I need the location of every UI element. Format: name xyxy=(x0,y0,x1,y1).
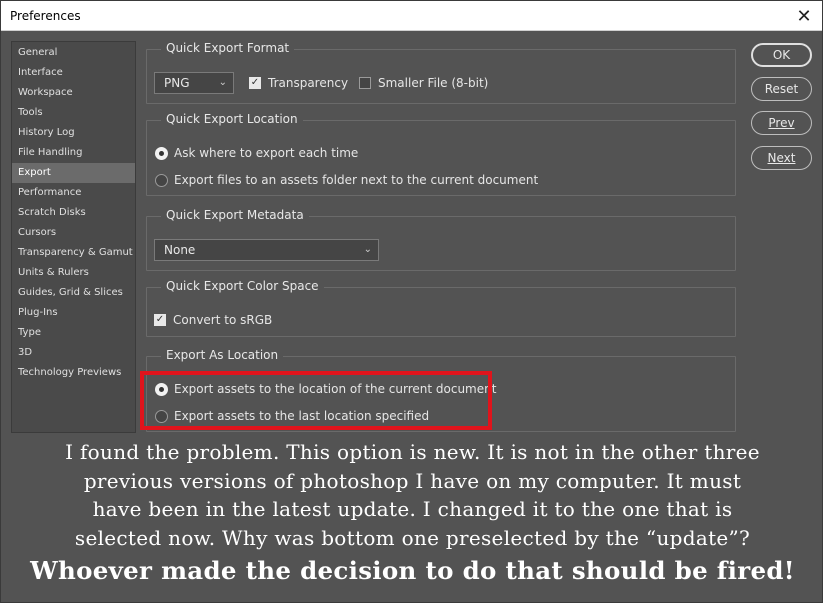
group-title: Quick Export Location xyxy=(161,112,303,126)
sidebar-item-export[interactable]: Export xyxy=(12,163,135,183)
sidebar-item-technology-previews[interactable]: Technology Previews xyxy=(12,363,135,383)
preferences-sidebar: General Interface Workspace Tools History Lo… xyxy=(11,41,136,433)
smaller-file-checkbox[interactable]: Smaller File (8-bit) xyxy=(359,76,488,90)
caption-line: previous versions of photoshop I have on… xyxy=(83,468,742,493)
title-bar: Preferences ✕ xyxy=(1,1,822,31)
window-title: Preferences xyxy=(10,9,81,23)
sidebar-item-3d[interactable]: 3D xyxy=(12,343,135,363)
overlay-caption: I found the problem. This option is new.… xyxy=(9,438,816,587)
transparency-label: Transparency xyxy=(268,76,349,90)
ok-button-label: OK xyxy=(772,48,791,62)
sidebar-item-scratch-disks[interactable]: Scratch Disks xyxy=(12,203,135,223)
group-title: Quick Export Metadata xyxy=(161,208,309,222)
caption-line: selected now. Why was bottom one presele… xyxy=(74,525,751,550)
checkbox-checked-icon: ✓ xyxy=(249,77,261,89)
convert-srgb-checkbox[interactable]: ✓ Convert to sRGB xyxy=(154,313,272,327)
sidebar-item-workspace[interactable]: Workspace xyxy=(12,83,135,103)
metadata-select[interactable]: None ⌄ xyxy=(154,239,379,261)
ok-button[interactable]: OK xyxy=(751,43,812,67)
sidebar-item-general[interactable]: General xyxy=(12,43,135,63)
sidebar-item-cursors[interactable]: Cursors xyxy=(12,223,135,243)
radio-assets-folder-label: Export files to an assets folder next to… xyxy=(174,173,539,187)
sidebar-item-type[interactable]: Type xyxy=(12,323,135,343)
next-button[interactable]: Next xyxy=(751,146,812,170)
transparency-checkbox[interactable]: ✓ Transparency xyxy=(249,76,348,90)
radio-ask-where[interactable]: Ask where to export each time xyxy=(155,146,358,160)
prev-button[interactable]: Prev xyxy=(751,111,812,135)
checkbox-unchecked-icon xyxy=(359,77,371,89)
radio-assets-folder[interactable]: Export files to an assets folder next to… xyxy=(155,173,538,187)
sidebar-item-file-handling[interactable]: File Handling xyxy=(12,143,135,163)
group-title: Export As Location xyxy=(161,348,284,362)
sidebar-item-history-log[interactable]: History Log xyxy=(12,123,135,143)
group-title: Quick Export Color Space xyxy=(161,279,324,293)
caption-line-emphasis: Whoever made the decision to do that sho… xyxy=(30,556,795,585)
sidebar-list: General Interface Workspace Tools History Lo… xyxy=(12,43,135,383)
sidebar-item-guides-grid-slices[interactable]: Guides, Grid & Slices xyxy=(12,283,135,303)
radio-selected-icon xyxy=(155,146,168,160)
reset-button-label: Reset xyxy=(764,82,799,96)
group-title: Quick Export Format xyxy=(161,41,295,55)
checkbox-checked-icon: ✓ xyxy=(154,314,166,326)
preferences-dialog: Preferences ✕ General Interface Workspace T… xyxy=(0,0,823,603)
sidebar-item-transparency-gamut[interactable]: Transparency & Gamut xyxy=(12,243,135,263)
prev-button-label: Prev xyxy=(768,116,795,130)
chevron-down-icon: ⌄ xyxy=(218,77,227,88)
chevron-down-icon: ⌄ xyxy=(363,244,372,255)
sidebar-item-tools[interactable]: Tools xyxy=(12,103,135,123)
red-highlight-box xyxy=(140,371,492,430)
metadata-select-value: None xyxy=(164,243,196,257)
sidebar-item-interface[interactable]: Interface xyxy=(12,63,135,83)
caption-line: have been in the latest update. I change… xyxy=(92,497,733,521)
format-select[interactable]: PNG ⌄ xyxy=(154,72,234,94)
smaller-file-label: Smaller File (8-bit) xyxy=(378,76,489,90)
close-icon[interactable]: ✕ xyxy=(792,4,816,28)
format-select-value: PNG xyxy=(164,76,190,90)
radio-ask-where-label: Ask where to export each time xyxy=(174,146,359,160)
reset-button[interactable]: Reset xyxy=(751,77,812,101)
quick-export-color-space-group: Quick Export Color Space xyxy=(146,279,736,337)
convert-srgb-label: Convert to sRGB xyxy=(173,313,273,327)
radio-unselected-icon xyxy=(155,173,168,187)
sidebar-item-units-rulers[interactable]: Units & Rulers xyxy=(12,263,135,283)
next-button-label: Next xyxy=(767,151,796,165)
caption-line: I found the problem. This option is new.… xyxy=(65,440,760,464)
sidebar-item-plug-ins[interactable]: Plug-Ins xyxy=(12,303,135,323)
sidebar-item-performance[interactable]: Performance xyxy=(12,183,135,203)
